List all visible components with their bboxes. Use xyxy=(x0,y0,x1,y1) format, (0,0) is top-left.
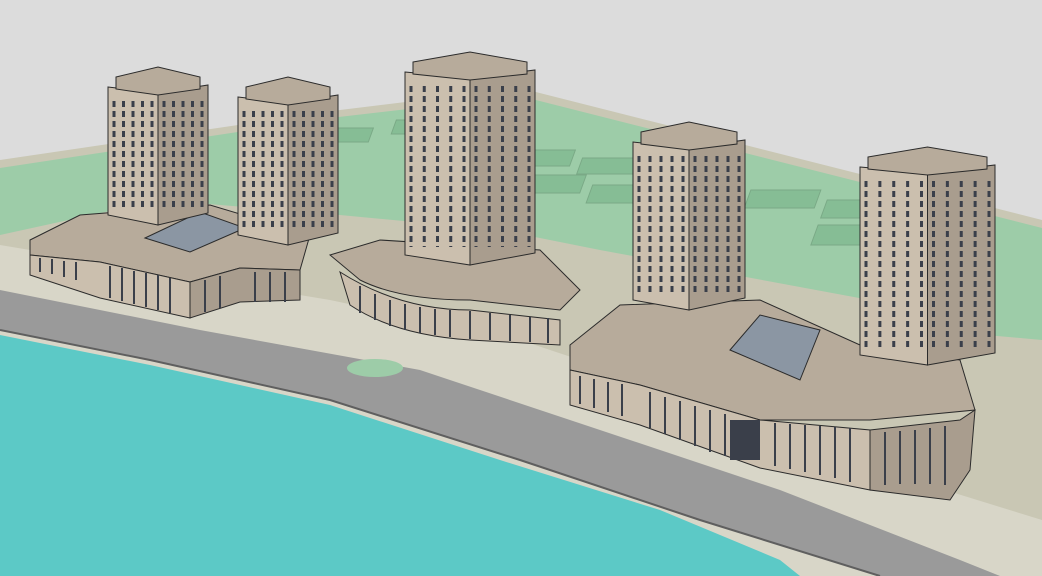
tower-2 xyxy=(237,76,339,246)
lawn-island-1 xyxy=(347,359,403,377)
architectural-scene xyxy=(0,0,1042,576)
east-entrance xyxy=(730,420,760,460)
tower-2-crown xyxy=(245,76,331,106)
tower-5-crown xyxy=(867,146,988,176)
scene-canvas xyxy=(0,51,1042,576)
tower-3-crown xyxy=(412,51,528,81)
tower-4-face-right xyxy=(688,139,746,311)
tower-4 xyxy=(632,121,746,311)
tower-1-crown xyxy=(115,66,201,96)
tower-1 xyxy=(107,66,209,226)
tower-3 xyxy=(404,51,536,266)
tower-5 xyxy=(859,146,996,366)
